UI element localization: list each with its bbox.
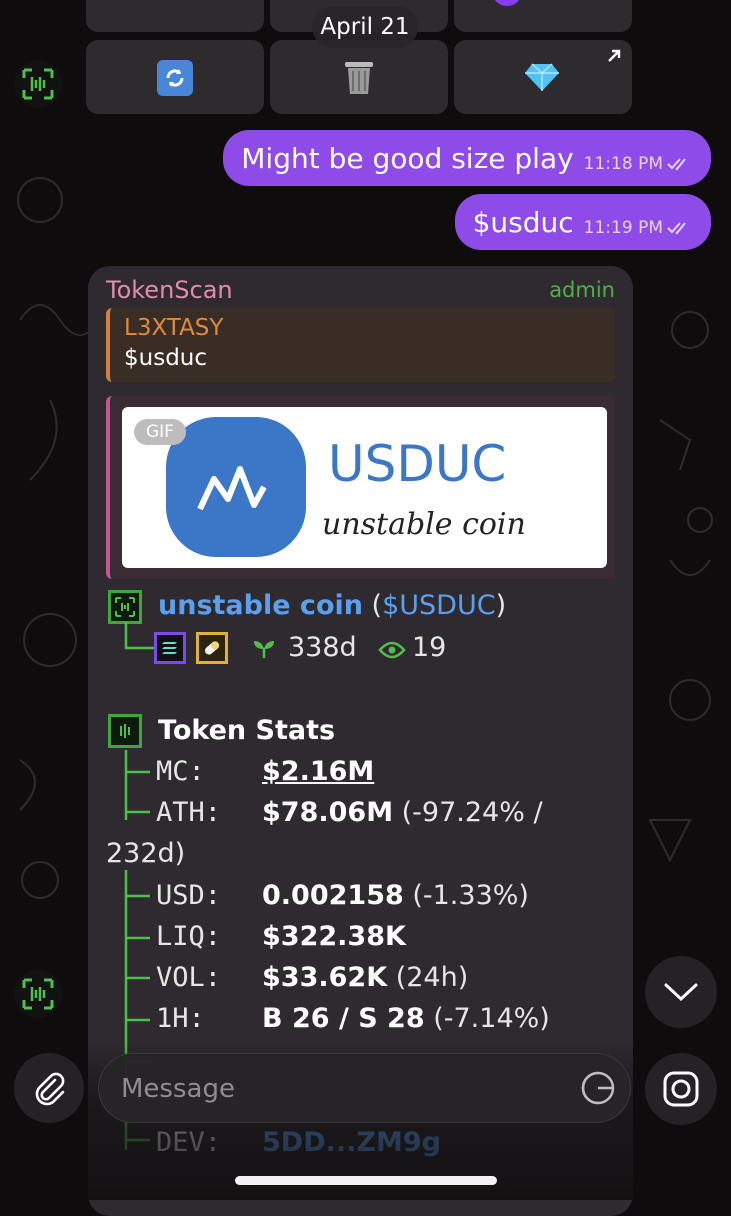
usd-change: (-1.33%)	[403, 880, 529, 911]
double-check-icon	[667, 158, 686, 171]
gem-icon	[524, 62, 560, 96]
vol-value: $33.62K	[262, 962, 388, 993]
h1-value: B 26 / S 28	[262, 1003, 425, 1034]
attach-button[interactable]	[14, 1053, 84, 1123]
inline-button-top-1[interactable]	[86, 0, 264, 32]
preview-title: USDUC	[328, 435, 507, 493]
date-chip: April 21	[312, 6, 418, 48]
paperclip-icon	[35, 1072, 65, 1106]
token-age: 338d	[288, 632, 357, 663]
sprout-icon	[254, 641, 274, 658]
delete-button[interactable]	[270, 40, 448, 114]
gif-badge: GIF	[134, 419, 186, 445]
stat-value-ath: $78.06M (-97.24% /	[262, 797, 543, 828]
pill-icon[interactable]	[196, 632, 228, 664]
usduc-logo-icon	[197, 466, 267, 511]
stat-label-liq: LIQ:	[156, 921, 222, 952]
message-time: 11:19 PM	[583, 218, 663, 238]
reply-author: L3XTASY	[124, 315, 224, 341]
sender-name[interactable]: TokenScan	[106, 276, 233, 304]
solana-chain-icon[interactable]	[154, 632, 186, 664]
stat-value-usd: 0.002158 (-1.33%)	[262, 880, 529, 911]
ath-change-cont: 232d)	[106, 838, 186, 869]
ath-value: $78.06M	[262, 797, 394, 828]
preview-image[interactable]: USDUC unstable coin GIF	[122, 407, 607, 568]
message-text: $usduc	[472, 205, 574, 239]
scroll-down-button[interactable]	[645, 956, 717, 1028]
stats-title: Token Stats	[158, 715, 336, 746]
preview-subtitle: unstable coin	[322, 507, 526, 542]
token-views: 19	[412, 632, 447, 663]
stat-value-vol: $33.62K (24h)	[262, 962, 468, 993]
open-link-arrow-icon	[606, 48, 622, 68]
reply-quote[interactable]: L3XTASY $usduc	[106, 308, 615, 382]
link-preview[interactable]: USDUC unstable coin GIF	[106, 396, 615, 579]
gem-button[interactable]	[454, 40, 632, 114]
reply-text: $usduc	[124, 345, 208, 371]
home-indicator	[235, 1176, 497, 1185]
bot-avatar[interactable]	[14, 60, 62, 108]
token-ticker-link[interactable]: $USDUC	[382, 590, 495, 621]
ath-change: (-97.24% /	[393, 797, 543, 828]
tokenscan-logo-icon	[22, 978, 54, 1010]
stat-value-liq: $322.38K	[262, 921, 406, 952]
trash-icon	[342, 58, 376, 100]
vol-period: (24h)	[387, 962, 469, 993]
stat-label-usd: USD:	[156, 880, 222, 911]
token-ticker-close: )	[495, 590, 507, 621]
refresh-icon	[157, 60, 193, 96]
eye-icon	[378, 641, 406, 659]
inline-button-top-3[interactable]	[454, 0, 632, 32]
stat-label-ath: ATH:	[156, 797, 222, 828]
token-ticker-open: (	[362, 590, 383, 621]
camera-button[interactable]	[645, 1053, 717, 1125]
stat-value-mc[interactable]: $2.16M	[262, 756, 374, 787]
double-check-icon	[667, 222, 686, 235]
bot-avatar-bottom[interactable]	[14, 970, 62, 1018]
stats-bars-icon	[108, 714, 142, 748]
usduc-logo	[166, 417, 306, 557]
usd-value: 0.002158	[262, 880, 404, 911]
stat-label-mc: MC:	[156, 756, 205, 787]
purple-circle-icon	[492, 0, 522, 6]
h1-change: (-7.14%)	[424, 1003, 550, 1034]
message-input-bar[interactable]	[98, 1053, 631, 1123]
message-time: 11:18 PM	[583, 154, 663, 174]
refresh-button[interactable]	[86, 40, 264, 114]
camera-icon	[663, 1071, 699, 1107]
admin-badge: admin	[549, 278, 615, 302]
stat-label-vol: VOL:	[156, 962, 222, 993]
token-title: unstable coin ($USDUC)	[158, 590, 506, 621]
outgoing-message[interactable]: Might be good size play 11:18 PM	[223, 130, 711, 186]
token-name-link[interactable]: unstable coin	[158, 590, 363, 621]
token-logo-icon	[108, 590, 142, 624]
tokenscan-logo-icon	[22, 68, 54, 100]
message-text: Might be good size play	[241, 141, 574, 175]
message-input[interactable]	[119, 1066, 563, 1112]
stat-label-1h: 1H:	[156, 1003, 205, 1034]
outgoing-message[interactable]: $usduc 11:19 PM	[454, 194, 711, 250]
stat-value-1h: B 26 / S 28 (-7.14%)	[262, 1003, 550, 1034]
chevron-down-icon	[664, 983, 698, 1002]
sticker-icon[interactable]	[580, 1070, 616, 1106]
stat-label-dev: DEV:	[156, 1127, 222, 1158]
stat-value-dev[interactable]: 5DD...ZM9g	[262, 1127, 441, 1158]
